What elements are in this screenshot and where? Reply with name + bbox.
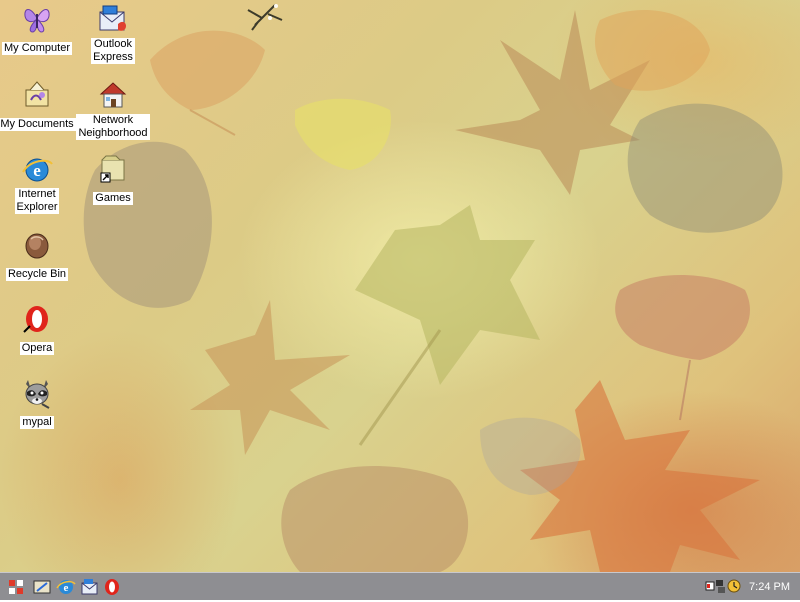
desktop-icon-recycle-bin[interactable]: Recycle Bin (0, 228, 76, 282)
internet-explorer-icon: e (22, 158, 53, 182)
system-tray: 7:24 PM (702, 576, 798, 596)
taskbar-clock[interactable]: 7:24 PM (749, 580, 790, 594)
svg-text:e: e (64, 582, 69, 594)
start-logo-icon (9, 580, 23, 594)
plant-sprig-icon (247, 4, 283, 31)
desktop-icon-outlook-express[interactable]: Outlook Express (74, 2, 152, 65)
desktop-icon-mypal[interactable]: mypal (0, 376, 76, 430)
opera-icon (23, 306, 48, 333)
network-status-icon (716, 580, 725, 593)
desktop-icon-network-neighborhood[interactable]: Network Neighborhood (74, 78, 152, 141)
desktop-icon-opera[interactable]: Opera (0, 302, 76, 356)
svg-text:e: e (33, 161, 41, 180)
desktop-icon-my-computer[interactable]: My Computer (0, 2, 76, 56)
desktop-icon-label: Opera (19, 342, 55, 355)
speaker-icon (705, 581, 715, 591)
network-house-icon (99, 82, 127, 108)
internet-explorer-icon: e (56, 580, 76, 594)
leaf (355, 205, 540, 385)
desktop-icon-label: Games (93, 192, 133, 205)
opera-icon (105, 579, 119, 595)
butterfly-icon (24, 9, 50, 33)
desktop-icon-label: Internet Explorer (14, 188, 60, 214)
desktop-icon-games[interactable]: Games (74, 152, 152, 206)
quick-launch-outlook-express[interactable] (80, 577, 100, 597)
leaf-stem (358, 329, 442, 446)
quick-launch-show-desktop[interactable] (32, 577, 52, 597)
start-button[interactable] (6, 577, 26, 597)
recycle-bin-icon (25, 233, 49, 259)
leaf (190, 300, 350, 455)
desktop-icon-internet-explorer[interactable]: e Internet Explorer (0, 152, 76, 215)
desktop-icon-label: My Computer (1, 42, 73, 55)
show-desktop-icon (33, 580, 51, 594)
quick-launch-opera[interactable] (102, 577, 122, 597)
quick-launch-internet-explorer[interactable]: e (56, 577, 76, 597)
leaf (627, 103, 783, 233)
desktop-icon-label: mypal (20, 416, 54, 429)
games-shortcut-icon (100, 155, 125, 183)
mypal-raccoon-icon (25, 380, 50, 409)
leaf (615, 275, 750, 360)
desktop-icon-my-documents[interactable]: My Documents (0, 78, 76, 132)
outlook-express-icon (81, 579, 98, 595)
desktop[interactable]: My Computer Outlook Express My Documents… (0, 0, 800, 572)
leaf-stem (189, 109, 236, 136)
leaf (595, 10, 710, 91)
desktop-icon-label: Recycle Bin (5, 268, 69, 281)
leaf-stem (679, 359, 691, 421)
my-documents-icon (25, 81, 49, 107)
scheduler-icon (727, 579, 741, 593)
taskbar: e 7:24 PM (0, 572, 800, 600)
leaf (150, 30, 265, 111)
desktop-icon-label: Outlook Express (91, 38, 135, 64)
desktop-icon-label: Network Neighborhood (76, 114, 150, 140)
leaf (295, 98, 391, 170)
desktop-icon-label: My Documents (0, 118, 76, 131)
outlook-express-icon (99, 5, 126, 31)
leaf (281, 466, 469, 572)
tray-icons (705, 579, 741, 593)
